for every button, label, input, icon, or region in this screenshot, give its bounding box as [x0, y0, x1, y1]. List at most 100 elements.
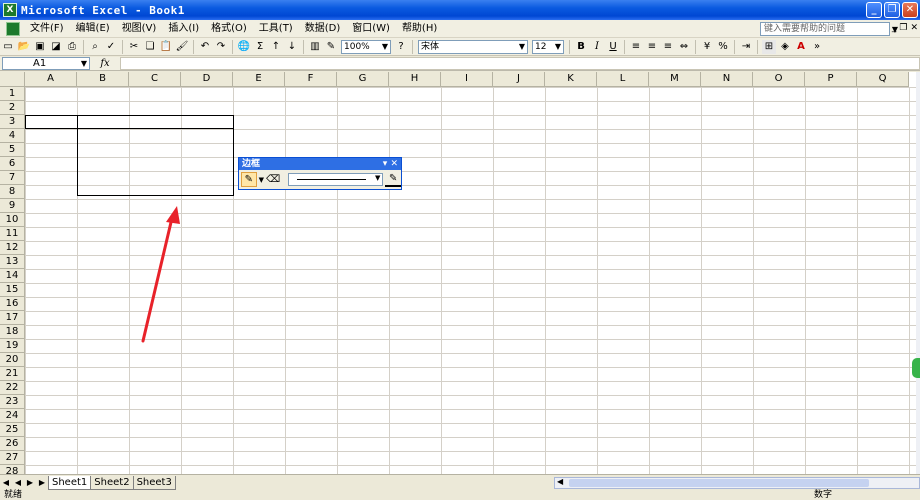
row-header-22[interactable]: 22 — [0, 381, 25, 395]
copy-icon[interactable]: ❏ — [143, 40, 157, 54]
column-header-k[interactable]: K — [545, 72, 597, 87]
align-left-icon[interactable]: ≡ — [629, 40, 643, 54]
percent-button[interactable]: % — [716, 40, 730, 54]
help-icon[interactable]: ? — [394, 40, 408, 54]
menu-file[interactable]: 文件(F) — [24, 21, 70, 37]
row-header-26[interactable]: 26 — [0, 437, 25, 451]
font-name-select[interactable]: 宋体 ▼ — [418, 39, 528, 54]
column-header-q[interactable]: Q — [857, 72, 909, 87]
column-header-m[interactable]: M — [649, 72, 701, 87]
indent-icon[interactable]: ⇥ — [739, 40, 753, 54]
drawing-icon[interactable]: ✎ — [324, 40, 338, 54]
menu-window[interactable]: 窗口(W) — [346, 21, 396, 37]
font-color-icon[interactable]: A — [794, 40, 808, 54]
column-header-i[interactable]: I — [441, 72, 493, 87]
menu-insert[interactable]: 插入(I) — [162, 21, 205, 37]
tab-sheet3[interactable]: Sheet3 — [132, 475, 176, 490]
column-header-o[interactable]: O — [753, 72, 805, 87]
borders-toolbar-title[interactable]: 边框 ▾ ✕ — [239, 158, 401, 170]
new-icon[interactable]: ▭ — [1, 40, 15, 54]
column-header-d[interactable]: D — [181, 72, 233, 87]
print-icon[interactable]: ⎙ — [65, 40, 79, 54]
row-header-3[interactable]: 3 — [0, 115, 25, 129]
print-preview-icon[interactable]: ⌕ — [88, 40, 102, 54]
sort-ascending-icon[interactable]: ↑ — [269, 40, 283, 54]
paste-icon[interactable]: 📋 — [159, 40, 173, 54]
row-header-9[interactable]: 9 — [0, 199, 25, 213]
row-header-10[interactable]: 10 — [0, 213, 25, 227]
minimize-button[interactable]: _ — [866, 2, 882, 18]
cut-icon[interactable]: ✂ — [127, 40, 141, 54]
line-style-select[interactable]: ▼ — [288, 173, 384, 186]
row-header-24[interactable]: 24 — [0, 409, 25, 423]
row-header-5[interactable]: 5 — [0, 143, 25, 157]
row-header-20[interactable]: 20 — [0, 353, 25, 367]
eraser-icon[interactable]: ⌫ — [266, 173, 280, 187]
row-header-6[interactable]: 6 — [0, 157, 25, 171]
permission-icon[interactable]: ◪ — [49, 40, 63, 54]
next-sheet-icon[interactable]: ▶ — [24, 478, 36, 487]
menu-data[interactable]: 数据(D) — [299, 21, 347, 37]
row-header-28[interactable]: 28 — [0, 465, 25, 474]
zoom-select[interactable]: 100% ▼ — [341, 39, 391, 54]
floating-widget-icon[interactable] — [912, 358, 920, 378]
column-header-c[interactable]: C — [129, 72, 181, 87]
tab-sheet1[interactable]: Sheet1 — [48, 475, 92, 490]
spelling-icon[interactable]: ✓ — [104, 40, 118, 54]
row-header-17[interactable]: 17 — [0, 311, 25, 325]
row-header-27[interactable]: 27 — [0, 451, 25, 465]
merge-center-icon[interactable]: ⇔ — [677, 40, 691, 54]
menu-help[interactable]: 帮助(H) — [396, 21, 443, 37]
insert-function-button[interactable]: fx — [90, 58, 120, 69]
row-header-18[interactable]: 18 — [0, 325, 25, 339]
doc-close-button[interactable]: ✕ — [910, 23, 918, 33]
column-header-j[interactable]: J — [493, 72, 545, 87]
row-header-13[interactable]: 13 — [0, 255, 25, 269]
row-header-16[interactable]: 16 — [0, 297, 25, 311]
hyperlink-icon[interactable]: 🌐 — [237, 40, 251, 54]
menu-edit[interactable]: 编辑(E) — [70, 21, 116, 37]
row-header-25[interactable]: 25 — [0, 423, 25, 437]
underline-button[interactable]: U — [606, 40, 620, 54]
borders-icon[interactable]: ⊞ — [762, 39, 776, 54]
italic-button[interactable]: I — [590, 40, 604, 54]
restore-button[interactable]: ❐ — [884, 2, 900, 18]
menu-format[interactable]: 格式(O) — [205, 21, 253, 37]
column-header-n[interactable]: N — [701, 72, 753, 87]
scroll-thumb[interactable] — [569, 479, 869, 487]
column-header-l[interactable]: L — [597, 72, 649, 87]
align-right-icon[interactable]: ≡ — [661, 40, 675, 54]
draw-border-pencil-icon[interactable]: ✎ — [241, 172, 257, 187]
row-header-8[interactable]: 8 — [0, 185, 25, 199]
row-header-11[interactable]: 11 — [0, 227, 25, 241]
row-header-14[interactable]: 14 — [0, 269, 25, 283]
row-header-12[interactable]: 12 — [0, 241, 25, 255]
worksheet-grid[interactable]: A B C D E F G H I J K L M N O P Q 1 2 3 4 5 6 7 8 9 10 11 12 13 14 15 16… — [0, 72, 916, 474]
autosum-icon[interactable]: Σ — [253, 40, 267, 54]
row-header-1[interactable]: 1 — [0, 87, 25, 101]
scroll-left-icon[interactable]: ◀ — [557, 477, 563, 486]
chart-icon[interactable]: ▥ — [308, 40, 322, 54]
row-header-19[interactable]: 19 — [0, 339, 25, 353]
doc-minimize-button[interactable]: _ — [892, 23, 897, 33]
column-header-b[interactable]: B — [77, 72, 129, 87]
prev-sheet-icon[interactable]: ◀ — [12, 478, 24, 487]
redo-icon[interactable]: ↷ — [214, 40, 228, 54]
vertical-scrollbar[interactable] — [916, 72, 920, 474]
currency-icon[interactable]: ¥ — [700, 40, 714, 54]
column-header-f[interactable]: F — [285, 72, 337, 87]
help-search-input[interactable]: 键入需要帮助的问题 — [760, 22, 890, 36]
tab-sheet2[interactable]: Sheet2 — [90, 475, 134, 490]
font-size-select[interactable]: 12 ▼ — [532, 39, 564, 54]
row-header-4[interactable]: 4 — [0, 129, 25, 143]
chevron-down-icon[interactable]: ▼ — [259, 176, 264, 184]
column-header-g[interactable]: G — [337, 72, 389, 87]
line-color-icon[interactable]: ✎ — [385, 172, 401, 187]
row-header-21[interactable]: 21 — [0, 367, 25, 381]
column-header-h[interactable]: H — [389, 72, 441, 87]
format-painter-icon[interactable]: 🖌 — [175, 40, 189, 54]
row-header-23[interactable]: 23 — [0, 395, 25, 409]
close-button[interactable]: ✕ — [902, 2, 918, 18]
borders-toolbar[interactable]: 边框 ▾ ✕ ✎ ▼ ⌫ ▼ ✎ — [238, 157, 402, 190]
doc-restore-button[interactable]: ❐ — [899, 23, 907, 33]
